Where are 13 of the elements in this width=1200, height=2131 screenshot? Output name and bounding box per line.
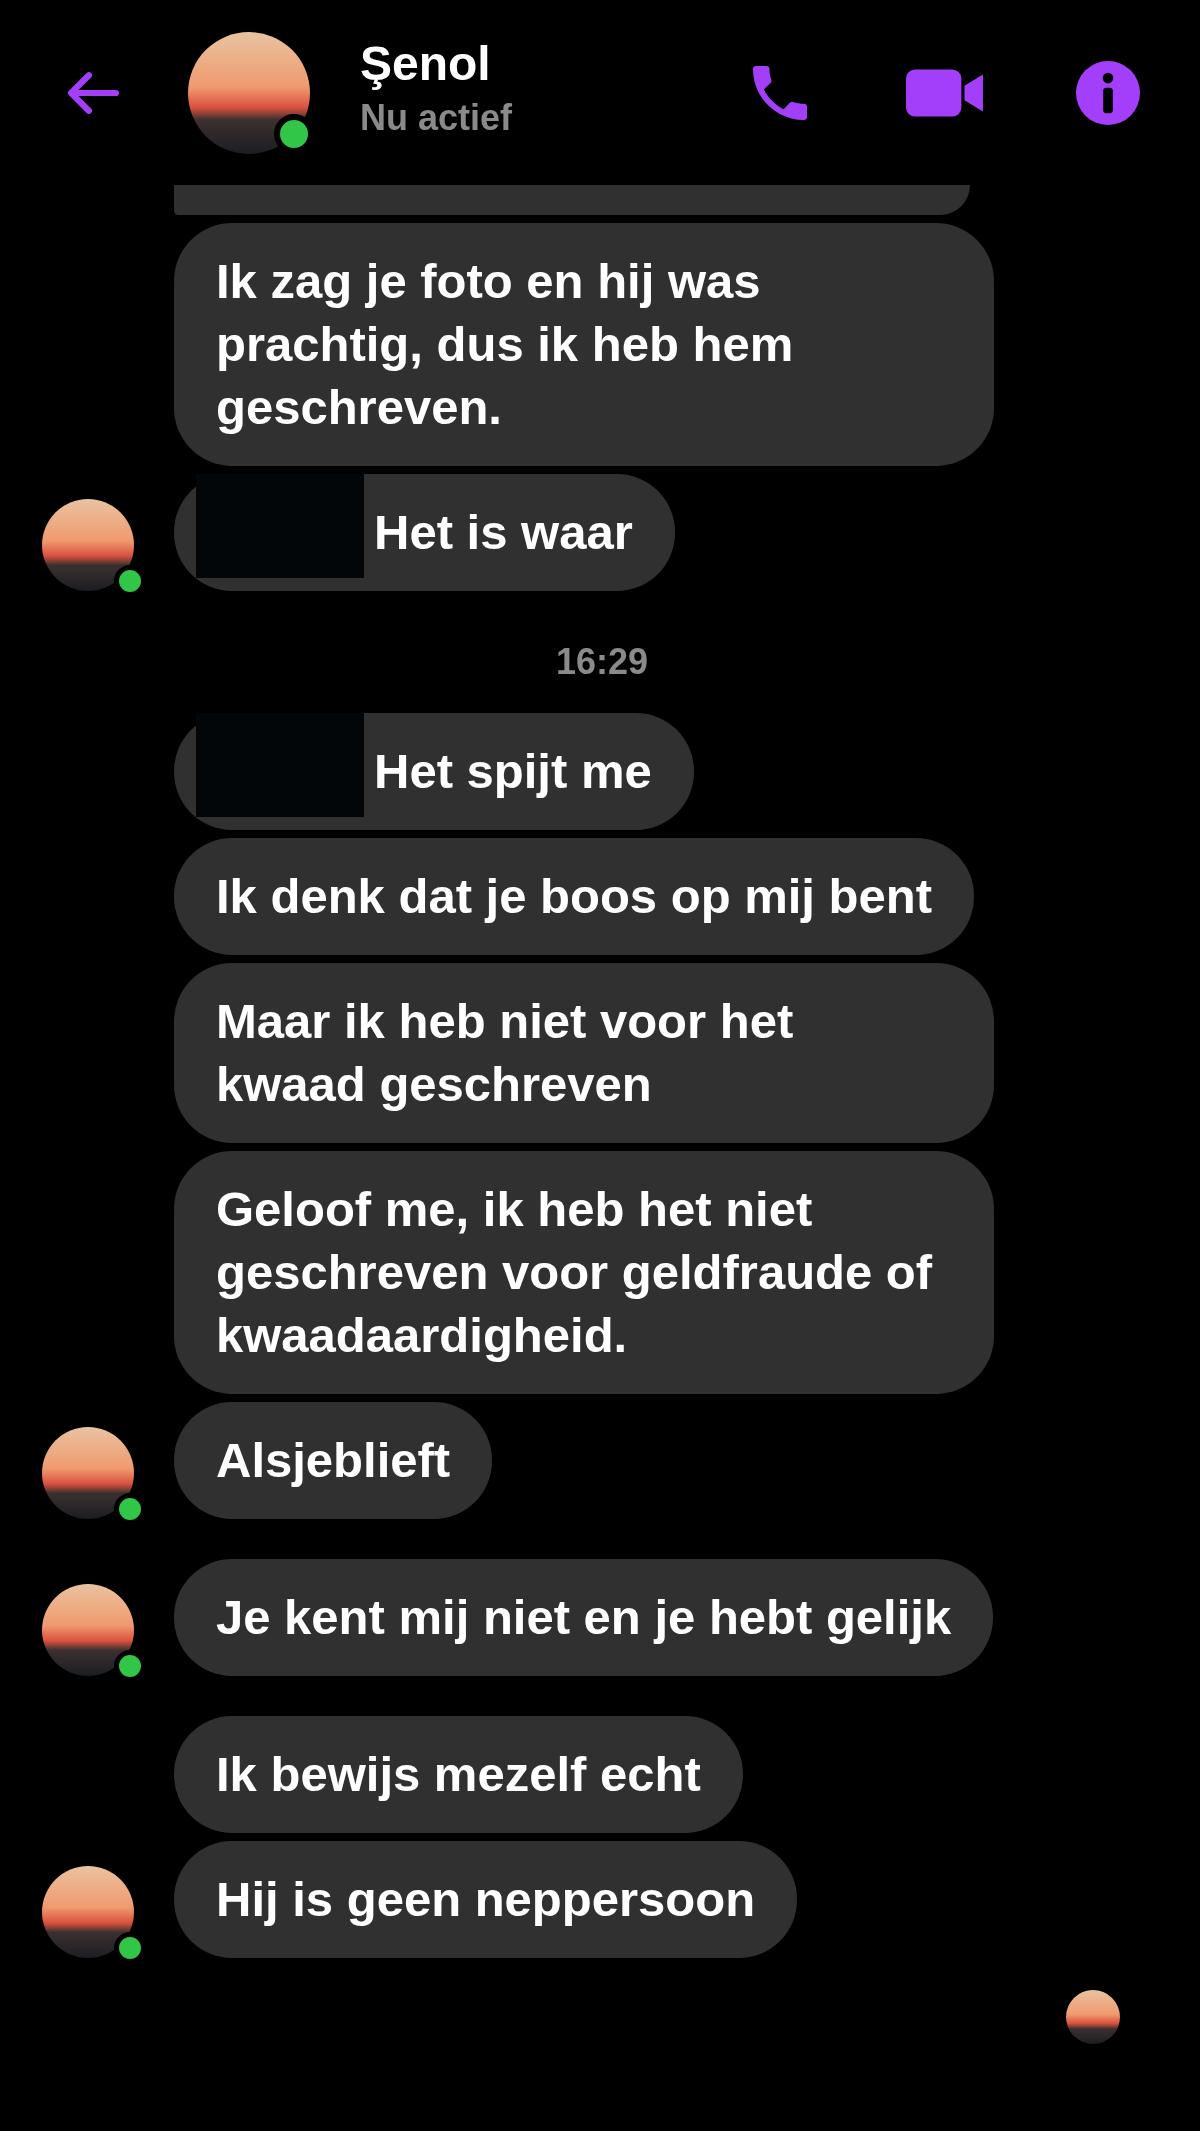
message-text: Ik bewijs mezelf echt <box>216 1747 701 1801</box>
message-text: Geloof me, ik heb het niet geschreven voor geldfraude of kwaadaardigheid. <box>216 1182 933 1362</box>
message-text: Ik denk dat je boos op mij bent <box>216 869 933 923</box>
message-text: Hij is geen neppersoon <box>216 1872 756 1926</box>
contact-name: Şenol <box>360 36 492 91</box>
message-text: Maar ik heb niet voor het kwaad geschreven <box>216 994 794 1111</box>
message-text: Ik zag je foto en hij was prachtig, dus ik heb hem geschreven. <box>216 254 794 434</box>
active-status: Nu actief <box>360 97 513 139</box>
message-text: Het spijt me <box>374 744 652 798</box>
message-timestamp: 16:29 <box>554 641 650 683</box>
message-text: Alsjeblieft <box>216 1433 451 1487</box>
message-text: Je kent mij niet en je hebt gelijk <box>216 1590 952 1644</box>
message-text: Het is waar <box>374 505 633 559</box>
